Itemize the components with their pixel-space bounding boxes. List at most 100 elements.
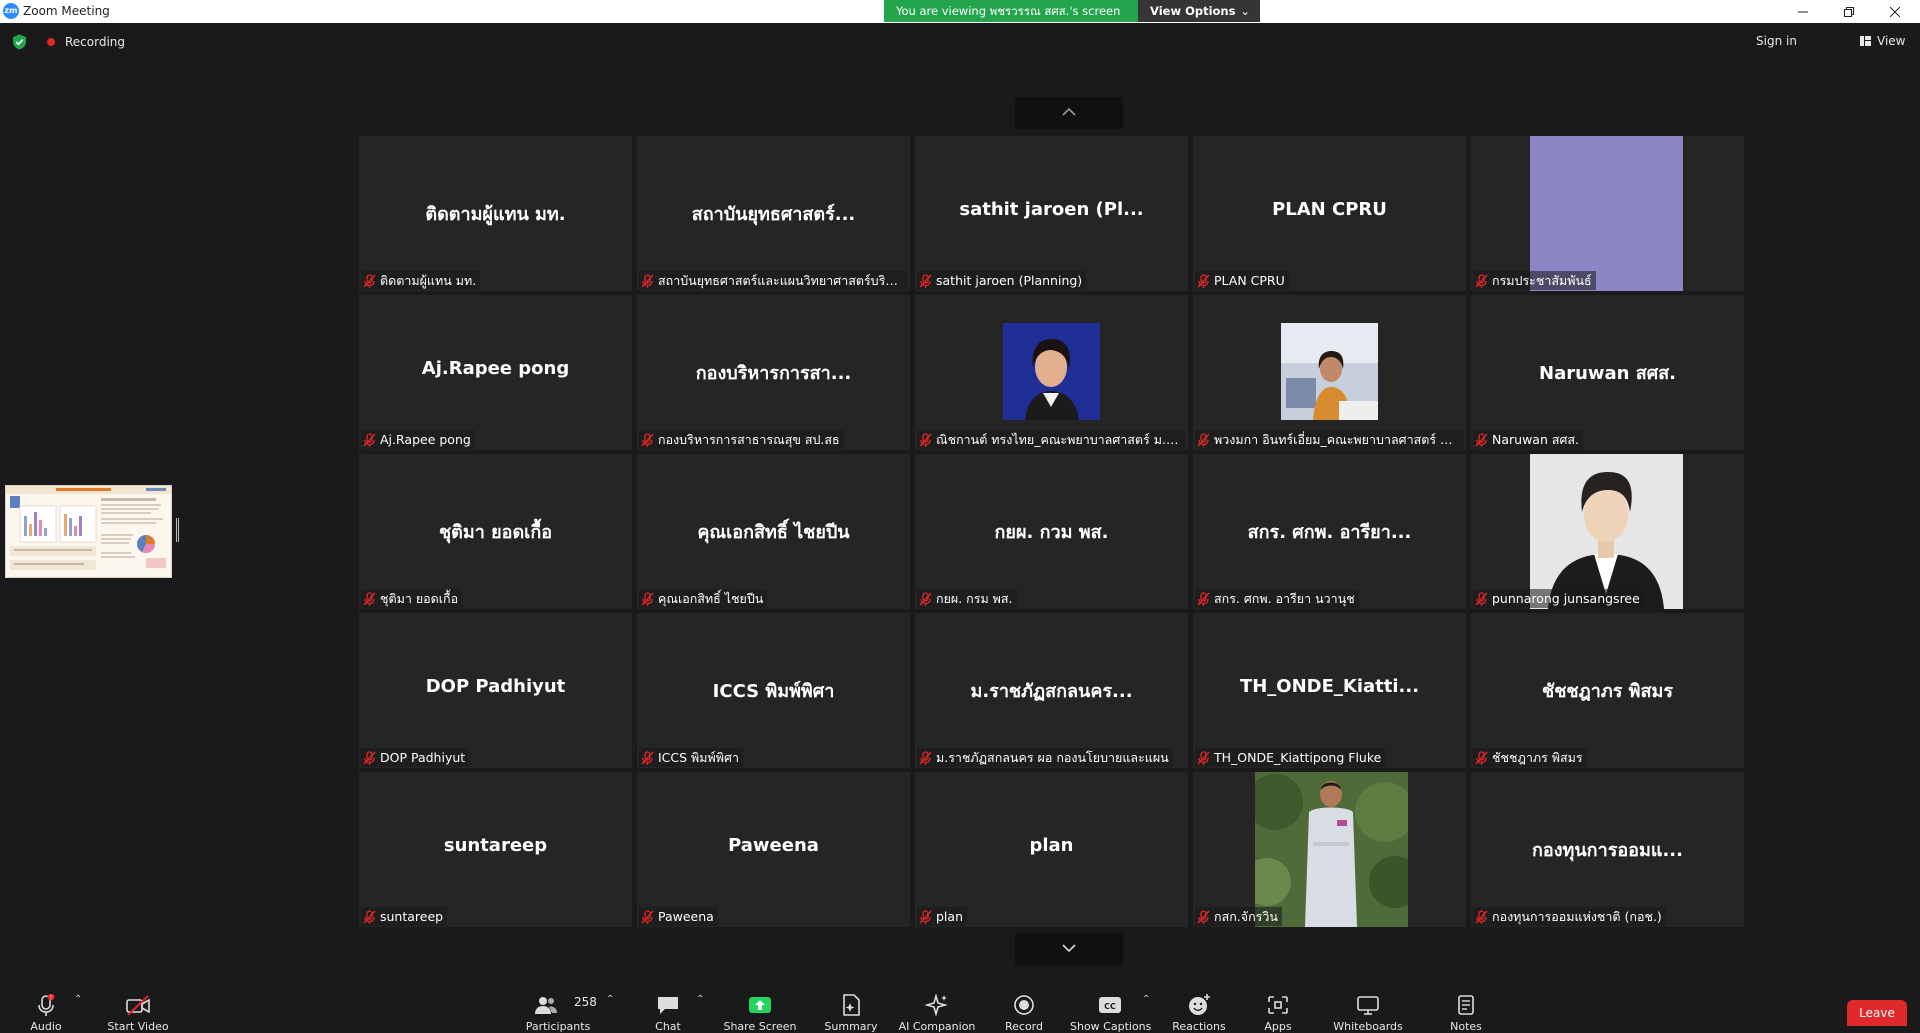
- muted-mic-icon: [363, 591, 376, 606]
- participant-tile[interactable]: Naruwan สศส. Naruwan สศส.: [1471, 295, 1744, 450]
- captions-options-caret-icon[interactable]: ⌃: [1142, 994, 1150, 1005]
- show-captions-button[interactable]: CC Show Captions: [1070, 984, 1151, 1033]
- participant-tile[interactable]: TH_ONDE_Kiatti... TH_ONDE_Kiattipong Fluk…: [1193, 613, 1466, 768]
- participant-photo: [1003, 323, 1100, 420]
- close-button[interactable]: [1872, 0, 1918, 23]
- participant-tile[interactable]: พวงมกา อินทร์เอี่ยม_คณะพยาบาลศาสตร์ มรภ.…: [1193, 295, 1466, 450]
- share-screen-icon: [749, 997, 771, 1013]
- participant-tile[interactable]: คุณเอกสิทธิ์ ไชยปีน คุณเอกสิทธิ์ ไชยปีน: [637, 454, 910, 609]
- shared-screen-thumbnail[interactable]: [5, 485, 172, 578]
- meeting-toolbar: ! Audio ⌃ Start Video Participants 258 ⌃…: [0, 984, 1920, 1033]
- participant-count: 258: [574, 995, 597, 1009]
- participant-tile[interactable]: สกร. ศกพ. อารียา... สกร. ศกพ. อารียา นวาน…: [1193, 454, 1466, 609]
- participant-gallery: ติดตามผู้แทน มท. ติดตามผู้แทน มท. สถาบันยุ…: [359, 136, 1745, 927]
- participant-tile[interactable]: ณิชกานต์ ทรงไทย_คณะพยาบาลศาสตร์ ม.นเรศวร: [915, 295, 1188, 450]
- participant-tile[interactable]: PLAN CPRU PLAN CPRU: [1193, 136, 1466, 291]
- ai-sparkle-icon: [925, 994, 948, 1016]
- share-screen-button[interactable]: Share Screen: [720, 984, 800, 1033]
- participant-tile[interactable]: plan plan: [915, 772, 1188, 927]
- muted-mic-icon: [363, 432, 376, 447]
- participant-name-label: ม.ราชภัฏสกลนคร ผอ กองนโยบายและแผน: [917, 748, 1173, 767]
- participant-tile[interactable]: suntareep suntareep: [359, 772, 632, 927]
- participant-display-name: PLAN CPRU: [1272, 199, 1387, 220]
- muted-mic-icon: [919, 432, 932, 447]
- participant-tile[interactable]: กยผ. กวม พส. กยผ. กรม พส.: [915, 454, 1188, 609]
- participant-tile[interactable]: กรมประชาสัมพันธ์: [1471, 136, 1744, 291]
- participant-name-text: suntareep: [380, 909, 444, 924]
- participant-name-text: กรมประชาสัมพันธ์: [1492, 273, 1592, 288]
- participant-name-label: กองบริหารการสาธารณสุข สป.สธ: [639, 430, 844, 449]
- participant-tile[interactable]: ชัชชฎาภร พิสมร ชัชชฎาภร พิสมร: [1471, 613, 1744, 768]
- participant-photo: [1530, 454, 1683, 609]
- participant-tile[interactable]: สถาบันยุทธศาสตร์... สถาบันยุทธศาสตร์และแผ…: [637, 136, 910, 291]
- minimize-button[interactable]: [1780, 0, 1826, 23]
- participant-name-text: sathit jaroen (Planning): [936, 273, 1083, 288]
- participant-name-text: พวงมกา อินทร์เอี่ยม_คณะพยาบาลศาสตร์ มรภ.…: [1214, 432, 1460, 447]
- participant-tile[interactable]: ชุติมา ยอดเกื้อ ชุติมา ยอดเกื้อ: [359, 454, 632, 609]
- gallery-page-up-button[interactable]: [1015, 97, 1123, 129]
- muted-mic-icon: [641, 909, 654, 924]
- whiteboards-label: Whiteboards: [1333, 1020, 1403, 1033]
- sign-in-button[interactable]: Sign in: [1756, 34, 1797, 48]
- muted-mic-icon: [1475, 591, 1488, 606]
- shield-check-icon[interactable]: [12, 34, 27, 50]
- record-icon: [1014, 995, 1034, 1015]
- participant-name-text: กองทุนการออมแห่งชาติ (กอช.): [1492, 909, 1662, 924]
- reactions-label: Reactions: [1172, 1020, 1226, 1033]
- participants-options-caret-icon[interactable]: ⌃: [606, 994, 614, 1005]
- participant-name-text: กองบริหารการสาธารณสุข สป.สธ: [658, 432, 840, 447]
- participant-display-name: suntareep: [443, 835, 548, 856]
- participant-name-text: plan: [936, 909, 963, 924]
- participant-tile[interactable]: กองบริหารการสา... กองบริหารการสาธารณสุข ส…: [637, 295, 910, 450]
- view-grid-icon: [1860, 36, 1871, 46]
- chat-options-caret-icon[interactable]: ⌃: [696, 994, 704, 1005]
- muted-mic-icon: [1475, 909, 1488, 924]
- participant-display-name: plan: [1029, 835, 1074, 856]
- participant-tile[interactable]: กองทุนการออมแ... กองทุนการออมแห่งชาติ (กอ…: [1471, 772, 1744, 927]
- audio-button[interactable]: ! Audio: [6, 984, 86, 1033]
- participant-tile[interactable]: Paweena Paweena: [637, 772, 910, 927]
- audio-options-caret-icon[interactable]: ⌃: [74, 994, 82, 1005]
- participant-name-text: สถาบันยุทธศาสตร์และแผนวิทยาศาสตร์บริการ …: [658, 273, 904, 288]
- participant-tile[interactable]: sathit jaroen (Pl... sathit jaroen (Plann…: [915, 136, 1188, 291]
- participant-display-name: sathit jaroen (Pl...: [959, 199, 1144, 220]
- participant-name-label: punnarong junsangsree: [1473, 589, 1644, 608]
- reactions-button[interactable]: Reactions: [1159, 984, 1239, 1033]
- muted-mic-icon: [363, 273, 376, 288]
- apps-button[interactable]: Apps: [1238, 984, 1318, 1033]
- participant-name-text: ม.ราชภัฏสกลนคร ผอ กองนโยบายและแผน: [936, 750, 1169, 765]
- whiteboards-button[interactable]: Whiteboards: [1328, 984, 1408, 1033]
- participant-name-text: ชุติมา ยอดเกื้อ: [380, 591, 459, 606]
- participant-name-label: คุณเอกสิทธิ์ ไชยปีน: [639, 589, 768, 608]
- chat-button[interactable]: Chat: [628, 984, 708, 1033]
- participant-name-label: กรมประชาสัมพันธ์: [1473, 271, 1596, 290]
- participant-name-text: DOP Padhiyut: [380, 750, 466, 765]
- participant-tile[interactable]: punnarong junsangsree: [1471, 454, 1744, 609]
- gallery-page-down-button[interactable]: [1015, 933, 1123, 965]
- restore-button[interactable]: [1826, 0, 1872, 23]
- participant-name-label: กยผ. กรม พส.: [917, 589, 1017, 608]
- participant-tile[interactable]: ม.ราชภัฏสกลนคร... ม.ราชภัฏสกลนคร ผอ กองนโ…: [915, 613, 1188, 768]
- start-video-button[interactable]: Start Video: [98, 984, 178, 1033]
- participant-tile[interactable]: Aj.Rapee pong Aj.Rapee pong: [359, 295, 632, 450]
- recording-label: Recording: [65, 35, 126, 49]
- ai-companion-button[interactable]: AI Companion: [897, 984, 977, 1033]
- participant-tile[interactable]: DOP Padhiyut DOP Padhiyut: [359, 613, 632, 768]
- participant-name-label: sathit jaroen (Planning): [917, 271, 1087, 290]
- view-options-button[interactable]: View Options ⌄: [1138, 0, 1260, 22]
- participant-tile[interactable]: กสก.จักรวิน: [1193, 772, 1466, 927]
- participant-tile[interactable]: ICCS พิมพ์พิศา ICCS พิมพ์พิศา: [637, 613, 910, 768]
- microphone-icon: !: [38, 994, 55, 1016]
- notes-button[interactable]: Notes: [1426, 984, 1506, 1033]
- summary-button[interactable]: Summary: [811, 984, 891, 1033]
- viewing-screen-banner: You are viewing พชรวรรณ สศส.'s screen Vi…: [884, 0, 1260, 22]
- record-button[interactable]: Record: [984, 984, 1064, 1033]
- view-button[interactable]: View: [1860, 34, 1905, 48]
- recording-indicator[interactable]: Recording: [47, 35, 125, 49]
- whiteboard-icon: [1357, 996, 1379, 1015]
- participant-tile[interactable]: ติดตามผู้แทน มท. ติดตามผู้แทน มท.: [359, 136, 632, 291]
- thumbnail-resize-handle[interactable]: [176, 518, 179, 542]
- leave-meeting-button[interactable]: Leave: [1847, 1000, 1907, 1026]
- minimize-icon: [1798, 11, 1808, 13]
- participant-name-label: ICCS พิมพ์พิศา: [639, 748, 743, 767]
